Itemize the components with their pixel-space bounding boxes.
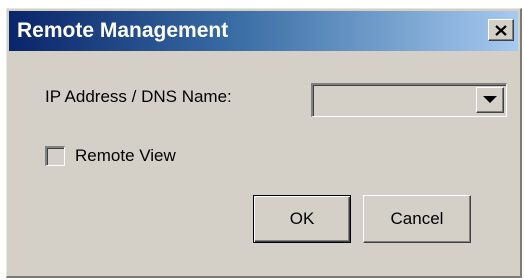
ip-address-dropdown[interactable] (311, 83, 507, 117)
title-bar[interactable]: Remote Management (9, 11, 518, 51)
ip-address-label: IP Address / DNS Name: (45, 87, 232, 106)
cancel-button[interactable]: Cancel (363, 195, 471, 243)
remote-view-label[interactable]: Remote View (75, 146, 176, 166)
close-icon (495, 24, 507, 36)
dialog-title: Remote Management (17, 19, 229, 42)
remote-management-dialog: Remote Management IP Address / DNS Name:… (6, 8, 522, 278)
remote-view-checkbox[interactable] (45, 146, 65, 166)
ok-button[interactable]: OK (253, 195, 351, 243)
dropdown-button[interactable] (476, 87, 504, 113)
remote-view-option[interactable]: Remote View (45, 146, 176, 166)
close-button[interactable] (488, 19, 514, 41)
chevron-down-icon (483, 91, 497, 109)
